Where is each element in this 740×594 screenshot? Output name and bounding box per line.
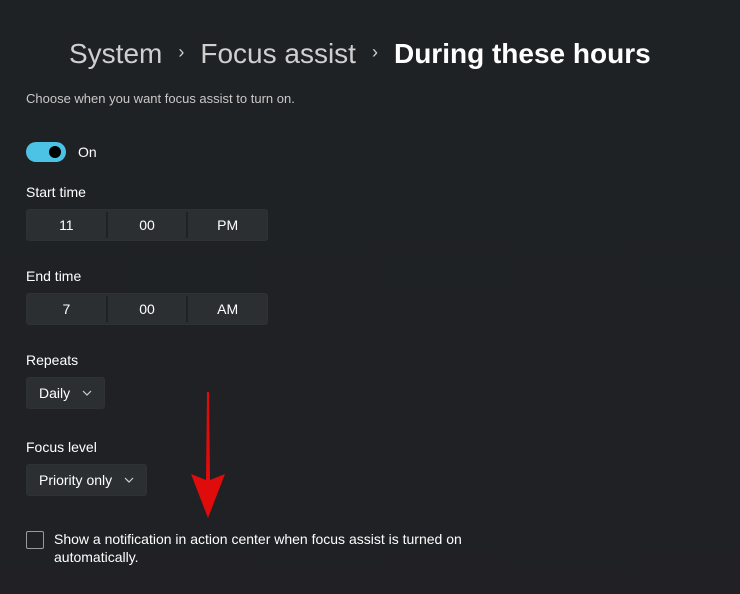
start-time-label: Start time: [26, 184, 86, 200]
focus-level-dropdown[interactable]: Priority only: [26, 464, 148, 496]
end-time-hour[interactable]: 7: [27, 294, 106, 324]
start-time-hour[interactable]: 11: [27, 210, 106, 240]
page-title: During these hours: [393, 38, 651, 69]
chevron-down-icon: [82, 390, 92, 396]
start-time-minute[interactable]: 00: [108, 210, 187, 240]
toggle-state-label: On: [78, 144, 97, 160]
start-time-picker[interactable]: 11 00 PM: [26, 209, 268, 241]
repeats-dropdown[interactable]: Daily: [26, 377, 106, 409]
end-time-picker[interactable]: 7 00 AM: [26, 293, 268, 325]
end-time-label: End time: [26, 268, 82, 284]
repeats-selected-value: Daily: [39, 385, 71, 401]
focus-hours-toggle[interactable]: [26, 142, 66, 162]
end-time-minute[interactable]: 00: [108, 294, 187, 324]
repeats-label: Repeats: [26, 352, 79, 368]
annotation-arrow-down-icon: [191, 392, 225, 518]
focus-assist-during-these-hours-page: System › Focus assist › During these hou…: [0, 0, 740, 594]
notification-checkbox-label[interactable]: Show a notification in action center whe…: [54, 530, 484, 566]
focus-hours-toggle-row: On: [26, 142, 97, 162]
focus-level-selected-value: Priority only: [39, 472, 113, 488]
toggle-knob: [49, 146, 61, 158]
start-time-period[interactable]: PM: [188, 210, 267, 240]
notification-checkbox-row: Show a notification in action center whe…: [26, 530, 484, 566]
page-description: Choose when you want focus assist to tur…: [26, 91, 295, 106]
end-time-period[interactable]: AM: [188, 294, 267, 324]
notification-checkbox[interactable]: [26, 531, 44, 549]
chevron-down-icon: [124, 477, 134, 483]
focus-level-label: Focus level: [26, 439, 97, 455]
breadcrumb-focus-assist[interactable]: Focus assist: [200, 36, 356, 72]
breadcrumb: System › Focus assist › During these hou…: [69, 36, 651, 72]
breadcrumb-system[interactable]: System: [69, 36, 162, 72]
chevron-right-icon: ›: [178, 42, 185, 62]
chevron-right-icon: ›: [371, 42, 378, 62]
